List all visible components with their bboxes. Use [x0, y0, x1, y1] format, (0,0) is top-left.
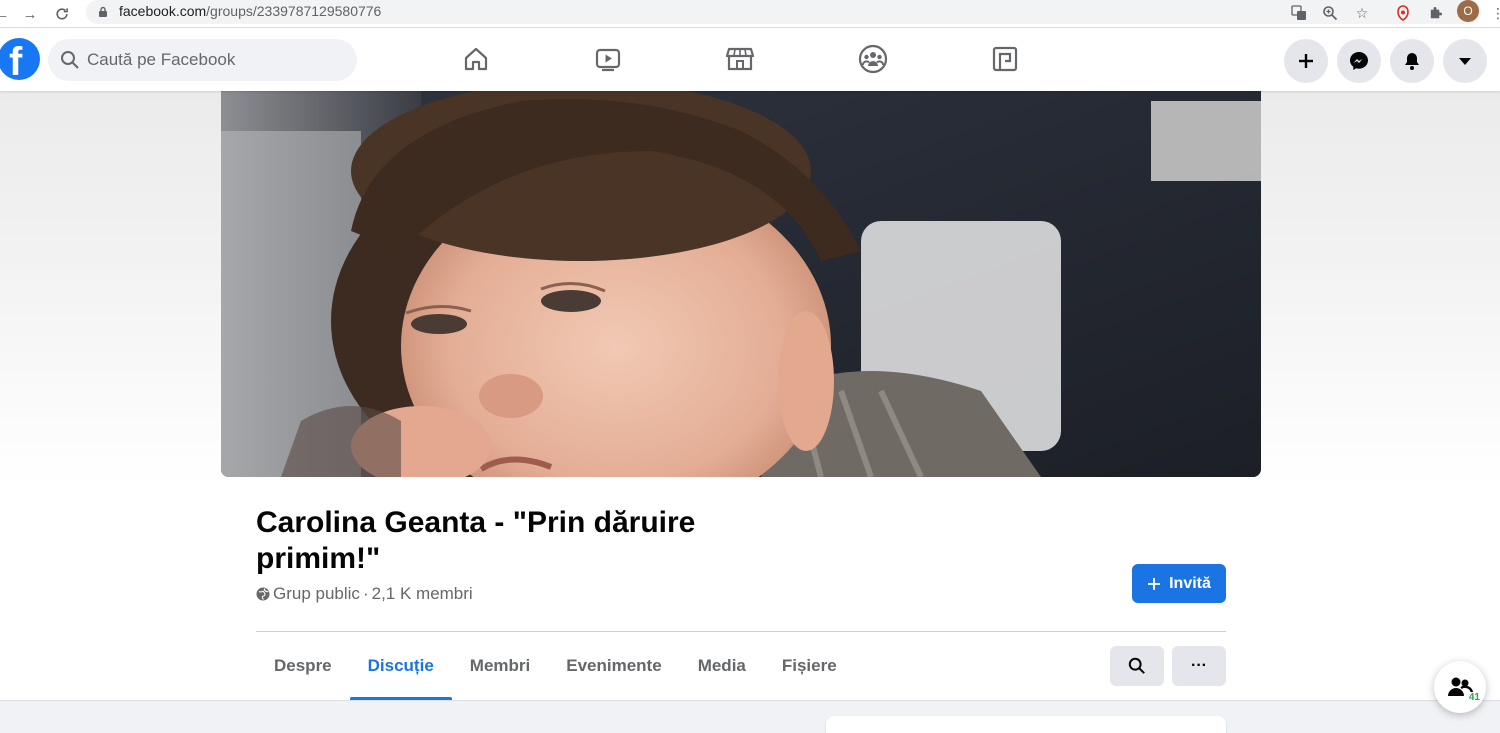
- cover-image: [221, 91, 1261, 477]
- tab-evenimente[interactable]: Evenimente: [548, 632, 679, 700]
- tab-discutie[interactable]: Discuție: [349, 632, 452, 700]
- group-privacy[interactable]: Grup public: [273, 584, 360, 604]
- more-options-button[interactable]: ···: [1172, 646, 1226, 686]
- sidebar-card: [826, 716, 1226, 733]
- group-meta: Grup public · 2,1 K membri: [256, 584, 473, 604]
- marketplace-icon[interactable]: [723, 42, 757, 76]
- home-icon[interactable]: [459, 42, 493, 76]
- meta-separator: ·: [362, 584, 369, 603]
- reload-icon[interactable]: [52, 4, 72, 24]
- back-icon[interactable]: ←: [0, 4, 12, 24]
- notifications-icon: [1405, 53, 1419, 70]
- forward-icon[interactable]: →: [20, 4, 40, 24]
- gaming-icon[interactable]: [988, 42, 1022, 76]
- extension-shield-icon[interactable]: [1393, 3, 1413, 23]
- group-search-button[interactable]: [1110, 646, 1164, 686]
- invite-button[interactable]: Invită: [1132, 564, 1226, 603]
- browser-menu-icon[interactable]: ⋮: [1488, 3, 1500, 23]
- watch-icon[interactable]: [591, 42, 625, 76]
- group-title: Carolina Geanta - "Prin dăruire primim!": [256, 506, 696, 575]
- online-count-badge: 41: [1468, 692, 1480, 703]
- facebook-header: f Caută pe Facebook: [0, 29, 1500, 91]
- group-cover-photo[interactable]: [221, 91, 1261, 477]
- facebook-search-input[interactable]: Caută pe Facebook: [48, 39, 357, 81]
- lock-icon: [99, 6, 107, 17]
- browser-toolbar: ← → facebook.com/groups/2339787129580776…: [0, 0, 1500, 28]
- group-tabs: Despre Discuție Membri Evenimente Media …: [256, 632, 855, 700]
- messenger-button[interactable]: [1337, 39, 1381, 83]
- account-menu-button[interactable]: [1443, 39, 1487, 83]
- invite-label: Invită: [1169, 574, 1211, 592]
- chevron-down-icon: [1459, 58, 1471, 65]
- tab-media[interactable]: Media: [680, 632, 764, 700]
- globe-icon: [256, 587, 270, 601]
- plus-icon: [1148, 577, 1161, 590]
- group-members-count[interactable]: 2,1 K membri: [372, 584, 473, 604]
- url-text: facebook.com/groups/2339787129580776: [119, 3, 382, 19]
- zoom-icon[interactable]: [1320, 3, 1340, 23]
- extensions-puzzle-icon[interactable]: [1425, 3, 1445, 23]
- tab-fisiere[interactable]: Fișiere: [764, 632, 855, 700]
- create-button[interactable]: [1284, 39, 1328, 83]
- translate-icon[interactable]: [1289, 3, 1309, 23]
- tab-membri[interactable]: Membri: [452, 632, 548, 700]
- facebook-logo[interactable]: f: [0, 38, 40, 80]
- search-icon: [61, 51, 79, 69]
- groups-icon[interactable]: [856, 42, 890, 76]
- messenger-icon: [1350, 52, 1368, 70]
- create-icon: [1299, 54, 1313, 68]
- notifications-button[interactable]: [1390, 39, 1434, 83]
- tab-despre[interactable]: Despre: [256, 632, 350, 700]
- search-icon: [1128, 657, 1145, 674]
- bookmark-star-icon[interactable]: ☆: [1352, 3, 1372, 23]
- search-placeholder: Caută pe Facebook: [87, 50, 236, 69]
- address-bar[interactable]: facebook.com/groups/2339787129580776: [86, 0, 1481, 24]
- feed-area: [0, 700, 1500, 733]
- contacts-chat-button[interactable]: 41: [1434, 661, 1486, 713]
- browser-profile-avatar[interactable]: O: [1457, 0, 1479, 22]
